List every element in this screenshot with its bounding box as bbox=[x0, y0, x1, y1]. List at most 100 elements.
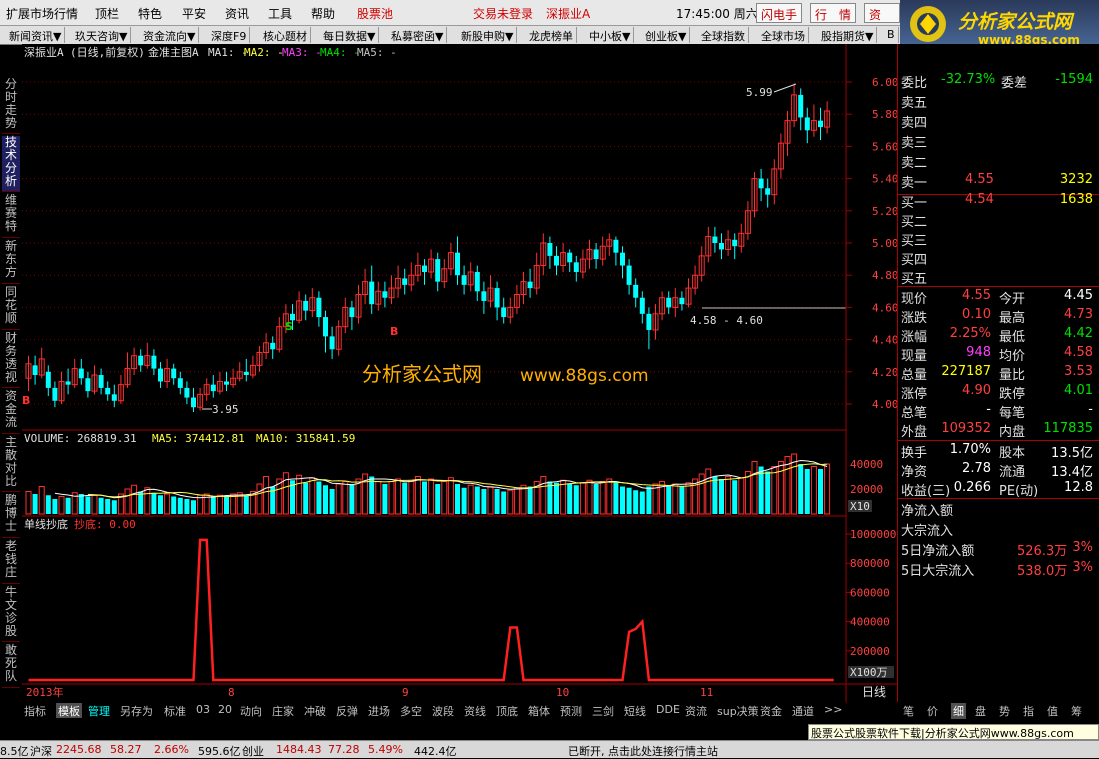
horizontal-scrollbar[interactable] bbox=[22, 718, 900, 724]
tb-news[interactable]: 新闻资讯▼ bbox=[6, 27, 66, 43]
candle-body-down bbox=[422, 265, 427, 272]
stat-label: 内盘 bbox=[999, 425, 1026, 440]
period-label[interactable]: 日线 bbox=[862, 685, 886, 699]
quote-tab[interactable]: 指 bbox=[1023, 703, 1034, 719]
indicator-tab[interactable]: 三剑 bbox=[592, 703, 614, 718]
indicator-tab[interactable]: 模板 bbox=[56, 703, 82, 718]
indicator-tab[interactable]: 03 bbox=[196, 703, 210, 716]
tb-fundflow[interactable]: 资金流向▼ bbox=[140, 27, 200, 43]
tb-f9[interactable]: 深度F9 bbox=[208, 27, 251, 43]
flash-trade-button[interactable]: 闪电手 bbox=[756, 3, 803, 23]
candle-body-down bbox=[620, 252, 625, 266]
volume-bar-down bbox=[494, 489, 500, 514]
indicator-tab[interactable]: 资金 bbox=[760, 703, 782, 718]
quote-tab[interactable]: 筹 bbox=[1071, 703, 1082, 719]
quote-tab[interactable]: 价 bbox=[927, 703, 938, 719]
low-label: 3.95 bbox=[212, 403, 239, 416]
indicator-tab[interactable]: 进场 bbox=[368, 703, 390, 718]
quote-tab[interactable]: 值 bbox=[1047, 703, 1058, 719]
fin-label: 股本 bbox=[999, 446, 1026, 461]
volume-bar-down bbox=[639, 491, 645, 514]
volume-ma5: MA5: 374412.81 bbox=[152, 432, 245, 445]
menu-news[interactable]: 资讯 bbox=[225, 5, 249, 22]
stat-label: 涨幅 bbox=[901, 330, 928, 345]
sell-row: 卖四 bbox=[901, 112, 1097, 133]
tb-global-index[interactable]: 全球指数 bbox=[698, 27, 749, 43]
stat-label: 最高 bbox=[999, 311, 1026, 326]
tb-ipo[interactable]: 新股申购▼ bbox=[458, 27, 518, 43]
tb-futures[interactable]: 股指期货▼ bbox=[818, 27, 878, 43]
indicator-tab[interactable]: 庄家 bbox=[272, 703, 294, 718]
tb-private[interactable]: 私募密函▼ bbox=[388, 27, 448, 43]
candle-body-down bbox=[818, 120, 823, 128]
indicator-tab[interactable]: 顶底 bbox=[496, 703, 518, 718]
chart-area[interactable]: 深振业A (日线,前复权) 金准主图A MA1: - MA2: - MA3: -… bbox=[0, 44, 897, 704]
indicator-tab[interactable]: 管理 bbox=[88, 703, 110, 718]
status-item: 58.27 bbox=[110, 743, 142, 756]
quote-button[interactable]: 行 情 bbox=[810, 3, 857, 23]
signal-b2: B bbox=[390, 325, 398, 338]
info-button[interactable]: 资 bbox=[864, 3, 900, 23]
tb-jiutian[interactable]: 玖天咨询▼ bbox=[72, 27, 132, 43]
indicator-tab[interactable]: 标准 bbox=[164, 703, 186, 718]
ad-banner[interactable]: 股票公式股票软件下载|分析家公式网www.88gs.com bbox=[808, 724, 1099, 740]
indicator-tab[interactable]: 短线 bbox=[624, 703, 646, 718]
watermark-cn: 分析家公式网 bbox=[362, 362, 482, 386]
candle-body-down bbox=[798, 94, 804, 118]
candle-body-down bbox=[45, 371, 51, 388]
indicator-tab[interactable]: >> bbox=[824, 703, 842, 716]
status-item[interactable]: 已断开, 点击此处连接行情主站 bbox=[568, 743, 718, 759]
price-tick-label: 4.60 bbox=[872, 301, 897, 314]
indicator-tab[interactable]: 另存为 bbox=[120, 703, 153, 718]
indicator-tab[interactable]: 通道 bbox=[792, 703, 814, 718]
menu-extended-market[interactable]: 扩展市场行情 bbox=[6, 5, 78, 22]
tb-daily[interactable]: 每日数据▼ bbox=[320, 27, 380, 43]
stock-pool-menu[interactable]: 股票池 bbox=[357, 5, 393, 22]
indicator-tab[interactable]: 箱体 bbox=[528, 703, 550, 718]
quote-tabs: 笔价细盘势指值筹 bbox=[897, 702, 1099, 719]
volume-bar-down bbox=[527, 486, 533, 514]
candle-body-down bbox=[626, 265, 632, 285]
quote-tab[interactable]: 笔 bbox=[903, 703, 914, 719]
quote-tab[interactable]: 盘 bbox=[975, 703, 986, 719]
indicator-tab[interactable]: 资流 bbox=[685, 703, 707, 718]
menu-pingan[interactable]: 平安 bbox=[182, 5, 206, 22]
indicator-tab[interactable]: 预测 bbox=[560, 703, 582, 718]
tb-smeboard[interactable]: 中小板▼ bbox=[586, 27, 635, 43]
indicator-tab[interactable]: DDE bbox=[656, 703, 680, 716]
site-logo: 分析家公式网 www.88gs.com bbox=[900, 0, 1099, 50]
candle-body-down bbox=[329, 336, 335, 350]
menu-tools[interactable]: 工具 bbox=[268, 5, 292, 22]
candle-body-down bbox=[719, 243, 724, 250]
quote-tab[interactable]: 势 bbox=[999, 703, 1010, 719]
indicator-tab[interactable]: 反弹 bbox=[336, 703, 358, 718]
stat-label: 现量 bbox=[901, 349, 928, 364]
tb-global-market[interactable]: 全球市场 bbox=[758, 27, 809, 43]
indicator-tick-label: 1000000 bbox=[850, 528, 896, 541]
candle-body-down bbox=[639, 297, 645, 314]
candle-body-down bbox=[402, 278, 408, 285]
tb-dragon[interactable]: 龙虎榜单 bbox=[526, 27, 577, 43]
quote-tab[interactable]: 细 bbox=[951, 703, 966, 719]
tb-gem[interactable]: 创业板▼ bbox=[642, 27, 691, 43]
indicator-tab[interactable]: 冲破 bbox=[304, 703, 326, 718]
volume-bar-down bbox=[184, 499, 190, 514]
tb-theme[interactable]: 核心题材 bbox=[260, 27, 311, 43]
indicator-tick-label: 600000 bbox=[850, 586, 890, 599]
indicator-tab[interactable]: 20 bbox=[218, 703, 232, 716]
indicator-tab[interactable]: 波段 bbox=[432, 703, 454, 718]
tb-more[interactable]: B bbox=[884, 27, 899, 43]
menu-features[interactable]: 特色 bbox=[138, 5, 162, 22]
fin-label: PE(动) bbox=[999, 484, 1039, 499]
indicator-tab[interactable]: 指标 bbox=[24, 703, 46, 718]
sell-label: 卖五 bbox=[901, 96, 928, 111]
indicator-tab[interactable]: 多空 bbox=[400, 703, 422, 718]
buy-label: 买一 bbox=[901, 196, 928, 211]
indicator-tab[interactable]: 动向 bbox=[240, 703, 262, 718]
trade-login-status[interactable]: 交易未登录 bbox=[473, 5, 533, 22]
menu-help[interactable]: 帮助 bbox=[311, 5, 335, 22]
indicator-tab[interactable]: 资线 bbox=[464, 703, 486, 718]
menu-topbar[interactable]: 顶栏 bbox=[95, 5, 119, 22]
candle-body-down bbox=[171, 368, 177, 379]
indicator-tab[interactable]: sup决策 bbox=[717, 703, 759, 718]
